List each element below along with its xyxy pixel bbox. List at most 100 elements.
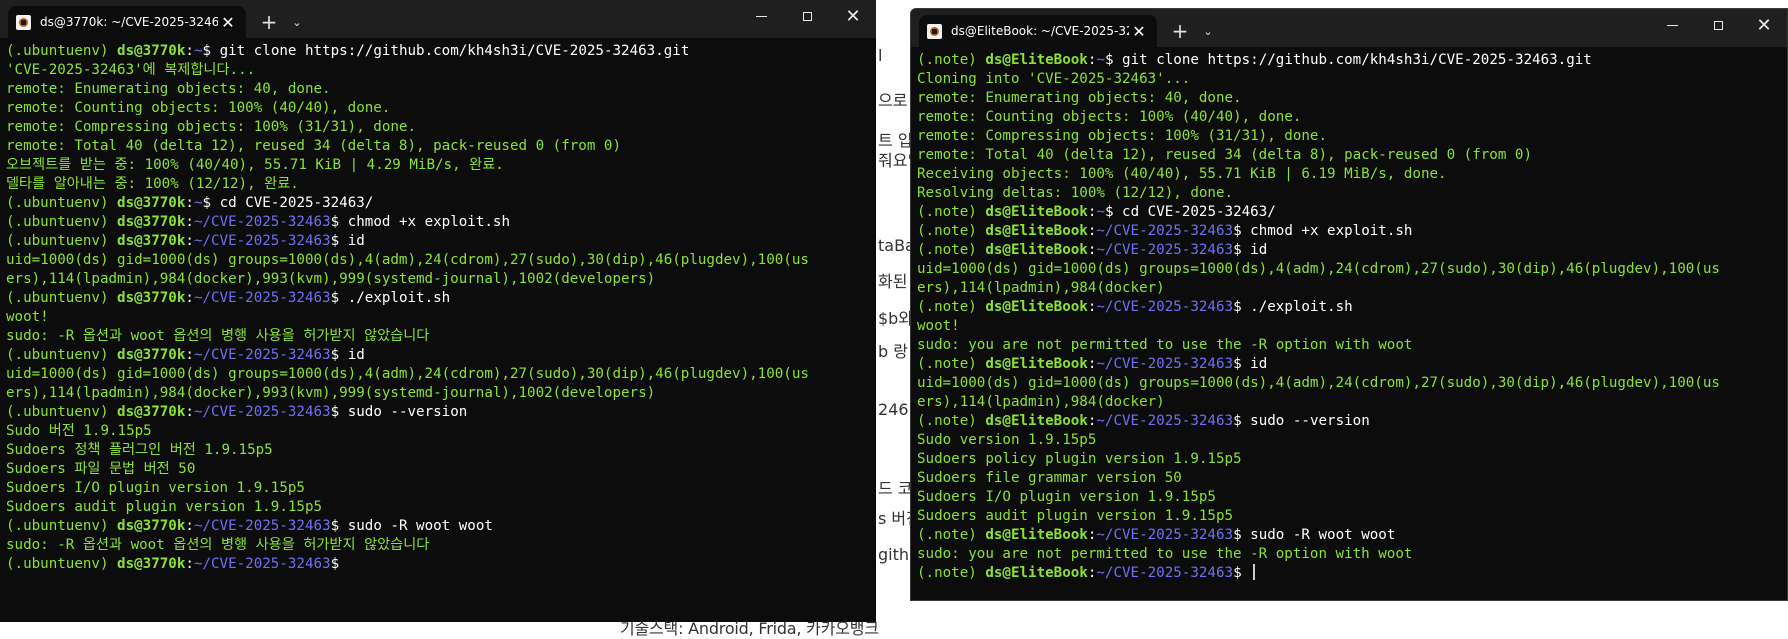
background-text-fragment: github bbox=[878, 545, 910, 564]
output-line: Sudoers policy plugin version 1.9.15p5 bbox=[917, 450, 1787, 469]
minimize-button[interactable] bbox=[1649, 9, 1695, 41]
prompt-dollar: $ bbox=[1233, 413, 1251, 429]
prompt-path: ~/CVE-2025-32463 bbox=[193, 556, 331, 572]
prompt-env: (.note) bbox=[917, 52, 986, 68]
command-text: ./exploit.sh bbox=[347, 290, 451, 306]
output-text: sudo: -R 옵션과 woot 옵션의 병행 사용을 허가받지 않았습니다 bbox=[6, 328, 430, 344]
output-text: uid=1000(ds) gid=1000(ds) groups=1000(ds… bbox=[6, 252, 809, 268]
prompt-dollar: $ bbox=[330, 347, 348, 363]
prompt-line: (.note) ds@EliteBook:~/CVE-2025-32463$ s… bbox=[917, 412, 1787, 431]
terminal-tab[interactable]: ds@EliteBook: ~/CVE-2025-32463 ✕ bbox=[919, 15, 1157, 47]
prompt-user-host: ds@3770k bbox=[117, 214, 186, 230]
maximize-button[interactable] bbox=[1695, 9, 1741, 41]
prompt-path: ~/CVE-2025-32463 bbox=[193, 214, 331, 230]
output-line: Sudoers file grammar version 50 bbox=[917, 469, 1787, 488]
new-tab-button[interactable]: + bbox=[1163, 15, 1197, 47]
close-icon: ✕ bbox=[1756, 14, 1772, 36]
terminal-window-right[interactable]: ds@EliteBook: ~/CVE-2025-32463 ✕ + ⌄ ✕ (… bbox=[910, 8, 1788, 601]
prompt-path: ~ bbox=[1096, 52, 1105, 68]
command-text: id bbox=[347, 347, 365, 363]
chevron-down-icon[interactable]: ⌄ bbox=[286, 6, 308, 38]
prompt-path: ~ bbox=[1096, 204, 1105, 220]
prompt-separator: : bbox=[185, 290, 194, 306]
close-window-button[interactable]: ✕ bbox=[830, 0, 876, 32]
output-text: remote: Total 40 (delta 12), reused 34 (… bbox=[6, 138, 621, 154]
output-line: remote: Total 40 (delta 12), reused 34 (… bbox=[6, 137, 876, 156]
prompt-line: (.note) ds@EliteBook:~/CVE-2025-32463$ .… bbox=[917, 298, 1787, 317]
prompt-line: (.ubuntuenv) ds@3770k:~/CVE-2025-32463$ … bbox=[6, 346, 876, 365]
output-line: ers),114(lpadmin),984(docker),993(kvm),9… bbox=[6, 270, 876, 289]
minimize-button[interactable] bbox=[738, 0, 784, 32]
output-line: 델타를 알아내는 중: 100% (12/12), 완료. bbox=[6, 175, 876, 194]
output-line: uid=1000(ds) gid=1000(ds) groups=1000(ds… bbox=[6, 251, 876, 270]
background-text-fragment: 으로 bbox=[878, 91, 908, 110]
prompt-dollar: $ bbox=[330, 233, 348, 249]
prompt-dollar: $ bbox=[202, 43, 220, 59]
tab-title: ds@EliteBook: ~/CVE-2025-32463 bbox=[951, 24, 1129, 38]
command-text: ./exploit.sh bbox=[1250, 299, 1353, 315]
prompt-dollar: $ bbox=[330, 290, 348, 306]
terminal-tab[interactable]: ds@3770k: ~/CVE-2025-32463 ✕ bbox=[8, 6, 246, 38]
prompt-user-host: ds@3770k bbox=[117, 347, 186, 363]
output-line: Sudo 버전 1.9.15p5 bbox=[6, 422, 876, 441]
prompt-path: ~/CVE-2025-32463 bbox=[1096, 413, 1234, 429]
output-text: Sudoers 파일 문법 버전 50 bbox=[6, 461, 196, 477]
output-line: uid=1000(ds) gid=1000(ds) groups=1000(ds… bbox=[6, 365, 876, 384]
command-text: chmod +x exploit.sh bbox=[347, 214, 510, 230]
terminal-output[interactable]: (.ubuntuenv) ds@3770k:~$ git clone https… bbox=[0, 38, 876, 574]
prompt-path: ~/CVE-2025-32463 bbox=[193, 290, 331, 306]
output-text: ers),114(lpadmin),984(docker) bbox=[917, 394, 1165, 410]
command-text: id bbox=[1250, 356, 1268, 372]
ubuntu-tab-icon bbox=[16, 14, 31, 30]
prompt-line: (.note) ds@EliteBook:~$ git clone https:… bbox=[917, 51, 1787, 70]
prompt-dollar: $ bbox=[1233, 565, 1251, 581]
new-tab-button[interactable]: + bbox=[252, 6, 286, 38]
prompt-dollar: $ bbox=[1104, 52, 1123, 68]
background-text-fragment: s 버전 bbox=[878, 509, 910, 528]
prompt-separator: : bbox=[185, 347, 194, 363]
output-line: ers),114(lpadmin),984(docker) bbox=[917, 393, 1787, 412]
output-line: woot! bbox=[6, 308, 876, 327]
prompt-dollar: $ bbox=[1233, 223, 1251, 239]
output-line: Resolving deltas: 100% (12/12), done. bbox=[917, 184, 1787, 203]
background-text-fragment: 드 코 bbox=[878, 479, 910, 498]
prompt-dollar: $ bbox=[1233, 299, 1251, 315]
prompt-env: (.ubuntuenv) bbox=[6, 290, 118, 306]
prompt-path: ~/CVE-2025-32463 bbox=[193, 518, 331, 534]
command-text: id bbox=[347, 233, 365, 249]
background-text-fragment: 246 bbox=[878, 400, 909, 419]
close-tab-icon[interactable]: ✕ bbox=[1129, 21, 1149, 41]
prompt-line: (.note) ds@EliteBook:~/CVE-2025-32463$ i… bbox=[917, 355, 1787, 374]
background-text-fragment: 화된 [ bbox=[878, 272, 910, 291]
output-text: Sudo 버전 1.9.15p5 bbox=[6, 423, 152, 439]
output-line: remote: Counting objects: 100% (40/40), … bbox=[917, 108, 1787, 127]
output-text: Sudo version 1.9.15p5 bbox=[917, 432, 1097, 448]
title-bar[interactable]: ds@EliteBook: ~/CVE-2025-32463 ✕ + ⌄ ✕ bbox=[911, 9, 1787, 47]
prompt-path: ~/CVE-2025-32463 bbox=[193, 404, 331, 420]
prompt-env: (.note) bbox=[917, 204, 986, 220]
output-line: Sudoers audit plugin version 1.9.15p5 bbox=[6, 498, 876, 517]
prompt-dollar: $ bbox=[330, 556, 348, 572]
chevron-down-icon[interactable]: ⌄ bbox=[1197, 15, 1219, 47]
output-line: Receiving objects: 100% (40/40), 55.71 K… bbox=[917, 165, 1787, 184]
title-bar[interactable]: ds@3770k: ~/CVE-2025-32463 ✕ + ⌄ ✕ bbox=[0, 0, 876, 38]
close-tab-icon[interactable]: ✕ bbox=[218, 12, 238, 32]
output-line: 오브젝트를 받는 중: 100% (40/40), 55.71 KiB | 4.… bbox=[6, 156, 876, 175]
output-line: Sudoers audit plugin version 1.9.15p5 bbox=[917, 507, 1787, 526]
maximize-button[interactable] bbox=[784, 0, 830, 32]
tab-title: ds@3770k: ~/CVE-2025-32463 bbox=[40, 15, 218, 29]
output-text: 델타를 알아내는 중: 100% (12/12), 완료. bbox=[6, 176, 299, 192]
prompt-env: (.ubuntuenv) bbox=[6, 518, 118, 534]
prompt-user-host: ds@EliteBook bbox=[985, 242, 1088, 258]
output-line: Sudoers 파일 문법 버전 50 bbox=[6, 460, 876, 479]
terminal-output[interactable]: (.note) ds@EliteBook:~$ git clone https:… bbox=[911, 47, 1787, 583]
prompt-user-host: ds@EliteBook bbox=[985, 299, 1088, 315]
prompt-env: (.note) bbox=[917, 527, 986, 543]
ubuntu-tab-icon bbox=[927, 23, 942, 39]
output-line: remote: Enumerating objects: 40, done. bbox=[917, 89, 1787, 108]
output-text: uid=1000(ds) gid=1000(ds) groups=1000(ds… bbox=[6, 366, 809, 382]
close-window-button[interactable]: ✕ bbox=[1741, 9, 1787, 41]
terminal-window-left[interactable]: ds@3770k: ~/CVE-2025-32463 ✕ + ⌄ ✕ (.ubu… bbox=[0, 0, 876, 622]
prompt-env: (.ubuntuenv) bbox=[6, 43, 118, 59]
output-text: remote: Enumerating objects: 40, done. bbox=[6, 81, 331, 97]
